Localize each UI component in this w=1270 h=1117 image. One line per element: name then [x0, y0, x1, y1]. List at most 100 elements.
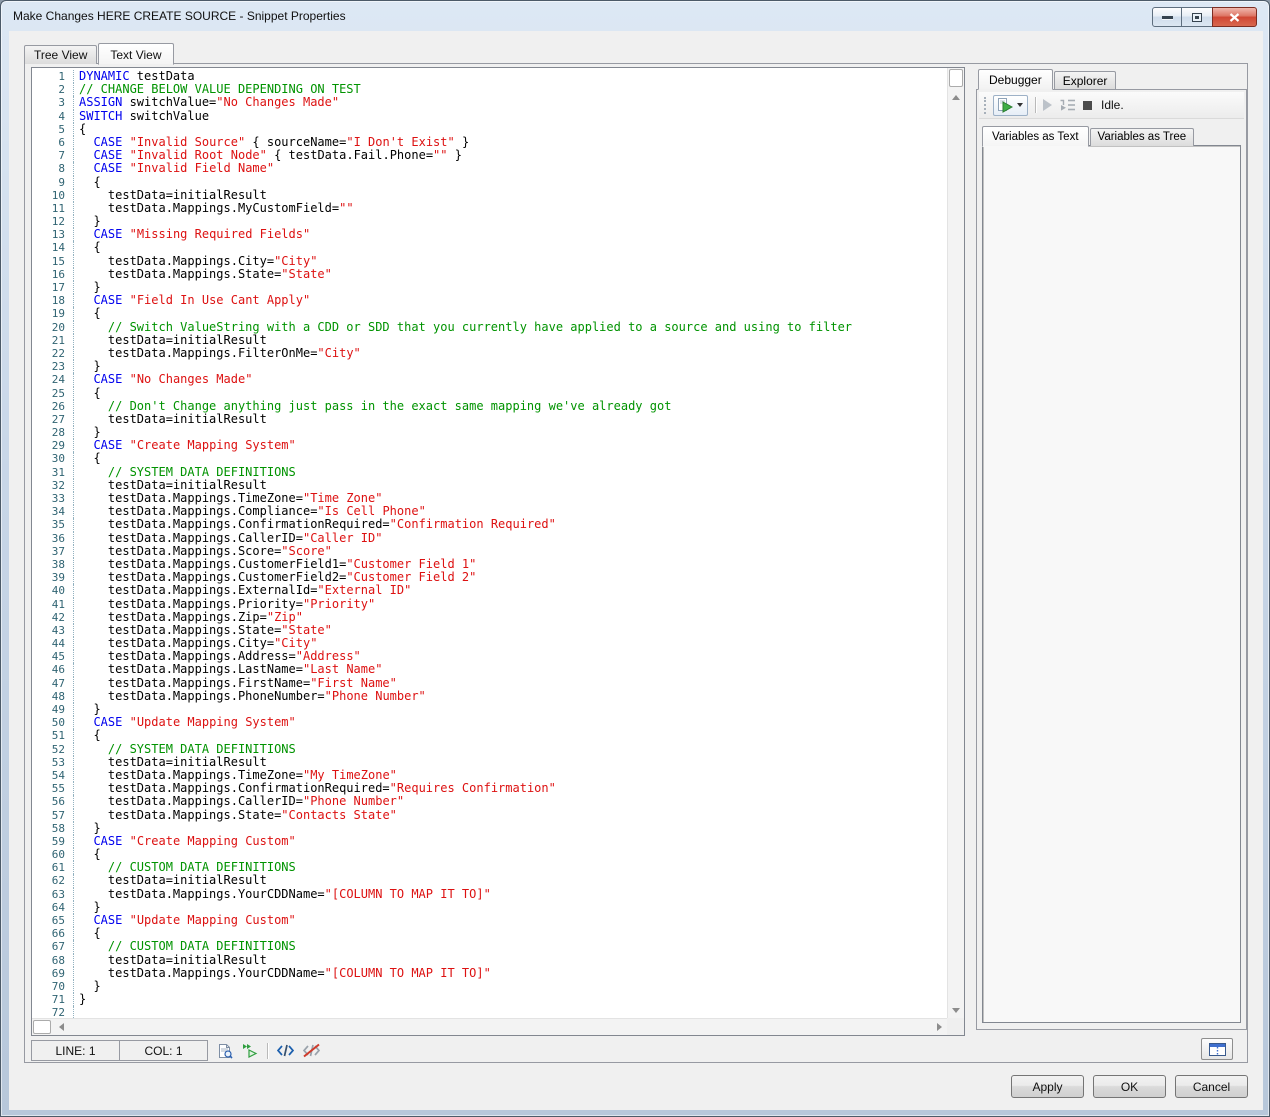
format-run-icon[interactable] [242, 1043, 258, 1059]
line-number: 17 [32, 281, 74, 294]
validate-document-icon[interactable] [217, 1043, 233, 1059]
line-number: 69 [32, 967, 74, 980]
line-number: 51 [32, 729, 74, 742]
debugger-panel-body: Idle. Variables as Text Variables as Tre… [976, 89, 1247, 1030]
code-line-text: CASE "Invalid Field Name" [74, 162, 274, 175]
line-number: 52 [32, 743, 74, 756]
line-number: 61 [32, 861, 74, 874]
run-dropdown-caret-icon[interactable] [1017, 103, 1023, 107]
close-button[interactable] [1212, 7, 1257, 27]
code-line[interactable]: 72 [32, 1006, 947, 1018]
line-number: 71 [32, 993, 74, 1006]
vertical-scrollbar-thumb[interactable] [949, 69, 963, 87]
tab-debugger[interactable]: Debugger [978, 69, 1053, 90]
code-line[interactable]: 48 testData.Mappings.PhoneNumber="Phone … [32, 690, 947, 703]
code-line-text: CASE "Update Mapping System" [74, 716, 296, 729]
code-line[interactable]: 18 CASE "Field In Use Cant Apply" [32, 294, 947, 307]
code-line[interactable]: 8 CASE "Invalid Field Name" [32, 162, 947, 175]
horizontal-scrollbar-thumb[interactable] [33, 1020, 51, 1034]
line-number: 25 [32, 387, 74, 400]
line-number: 65 [32, 914, 74, 927]
code-line[interactable]: 57 testData.Mappings.State="Contacts Sta… [32, 809, 947, 822]
run-split-button[interactable] [993, 95, 1028, 116]
line-number: 54 [32, 769, 74, 782]
line-number: 64 [32, 901, 74, 914]
tab-variables-as-tree[interactable]: Variables as Tree [1090, 128, 1195, 146]
stop-icon[interactable] [1083, 101, 1092, 110]
line-number: 50 [32, 716, 74, 729]
line-number: 21 [32, 334, 74, 347]
code-line[interactable]: 13 CASE "Missing Required Fields" [32, 228, 947, 241]
line-number: 8 [32, 162, 74, 175]
code-line[interactable]: 11 testData.Mappings.MyCustomField="" [32, 202, 947, 215]
toolbar-grip[interactable] [984, 97, 986, 114]
code-line[interactable]: 69 testData.Mappings.YourCDDName="[COLUM… [32, 967, 947, 980]
scroll-up-icon[interactable] [952, 95, 960, 100]
line-number: 16 [32, 268, 74, 281]
line-number: 9 [32, 176, 74, 189]
code-line-text: CASE "Update Mapping Custom" [74, 914, 296, 927]
line-number: 44 [32, 637, 74, 650]
code-line-text [74, 1006, 79, 1018]
line-number: 1 [32, 70, 74, 83]
line-number: 14 [32, 241, 74, 254]
line-number: 59 [32, 835, 74, 848]
window-controls [1153, 7, 1257, 27]
scroll-left-icon[interactable] [59, 1023, 64, 1031]
scroll-right-icon[interactable] [937, 1023, 942, 1031]
code-line-text: testData.Mappings.YourCDDName="[COLUMN T… [74, 967, 491, 980]
continue-icon[interactable] [1043, 99, 1052, 111]
line-number: 62 [32, 874, 74, 887]
code-line-text: } [74, 980, 101, 993]
line-number: 67 [32, 940, 74, 953]
debugger-panel: Debugger Explorer [976, 68, 1247, 1030]
code-line[interactable]: 70 } [32, 980, 947, 993]
code-line[interactable]: 22 testData.Mappings.FilterOnMe="City" [32, 347, 947, 360]
line-number: 24 [32, 373, 74, 386]
code-lines[interactable]: 1DYNAMIC testData2// CHANGE BELOW VALUE … [32, 68, 947, 1018]
line-number: 15 [32, 255, 74, 268]
ok-button[interactable]: OK [1093, 1075, 1166, 1098]
restore-button[interactable] [1181, 7, 1213, 27]
tab-text-view[interactable]: Text View [98, 43, 173, 65]
line-number: 38 [32, 558, 74, 571]
code-tags-icon[interactable] [277, 1043, 294, 1058]
toolbar-separator [1035, 97, 1036, 113]
code-line[interactable]: 4SWITCH switchValue [32, 110, 947, 123]
code-tags-disabled-icon[interactable] [303, 1043, 320, 1058]
vertical-scrollbar[interactable] [947, 68, 964, 1018]
debugger-panel-tabs: Debugger Explorer [976, 68, 1247, 89]
titlebar[interactable]: Make Changes HERE CREATE SOURCE - Snippe… [1, 1, 1269, 31]
code-line[interactable]: 65 CASE "Update Mapping Custom" [32, 914, 947, 927]
apply-button[interactable]: Apply [1011, 1075, 1084, 1098]
code-line[interactable]: 50 CASE "Update Mapping System" [32, 716, 947, 729]
code-line[interactable]: 27 testData=initialResult [32, 413, 947, 426]
line-number: 7 [32, 149, 74, 162]
line-number: 33 [32, 492, 74, 505]
tab-explorer[interactable]: Explorer [1054, 71, 1117, 89]
code-line[interactable]: 59 CASE "Create Mapping Custom" [32, 835, 947, 848]
cancel-button[interactable]: Cancel [1175, 1075, 1248, 1098]
scroll-down-icon[interactable] [952, 1008, 960, 1013]
line-number: 57 [32, 809, 74, 822]
code-line[interactable]: 16 testData.Mappings.State="State" [32, 268, 947, 281]
code-editor[interactable]: 1DYNAMIC testData2// CHANGE BELOW VALUE … [31, 67, 965, 1036]
line-number: 20 [32, 321, 74, 334]
line-number: 27 [32, 413, 74, 426]
step-icon[interactable] [1059, 98, 1076, 112]
line-indicator: LINE: 1 [31, 1040, 120, 1061]
code-line[interactable]: 71} [32, 993, 947, 1006]
variables-tabs: Variables as Text Variables as Tree [982, 125, 1241, 146]
code-line[interactable]: 24 CASE "No Changes Made" [32, 373, 947, 386]
scrollbar-corner [947, 1018, 964, 1035]
line-number: 10 [32, 189, 74, 202]
code-line[interactable]: 63 testData.Mappings.YourCDDName="[COLUM… [32, 888, 947, 901]
line-number: 42 [32, 611, 74, 624]
code-line[interactable]: 29 CASE "Create Mapping System" [32, 439, 947, 452]
minimize-button[interactable] [1152, 7, 1182, 27]
panel-toggle-button[interactable] [1201, 1038, 1233, 1060]
line-number: 36 [32, 532, 74, 545]
tab-tree-view[interactable]: Tree View [24, 45, 97, 64]
horizontal-scrollbar[interactable] [32, 1018, 947, 1035]
tab-variables-as-text[interactable]: Variables as Text [982, 126, 1089, 147]
